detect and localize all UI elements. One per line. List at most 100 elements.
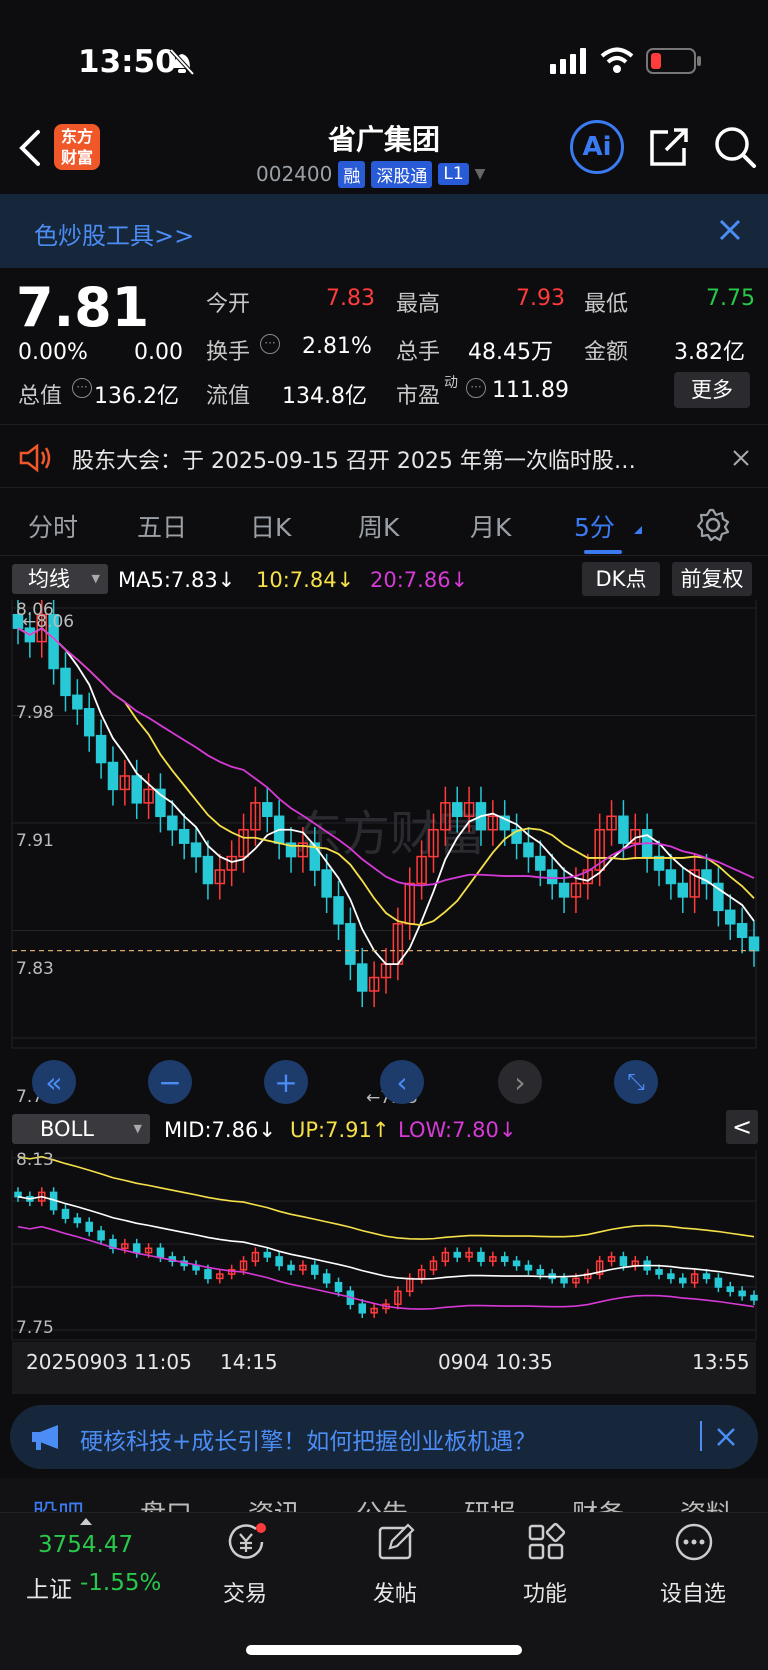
- candle-body: [726, 1286, 735, 1293]
- candle-body: [738, 1290, 746, 1297]
- y-label-2: 7.98: [16, 703, 54, 723]
- zoom-in-button[interactable]: +: [264, 1060, 308, 1104]
- tab-monthly-k[interactable]: 月K: [470, 508, 511, 544]
- chevron-left-icon: <: [731, 1113, 753, 1141]
- ad-text: 硬核科技+成长引擎！如何把握创业板机遇？: [80, 1429, 537, 1455]
- section-tabs: 股吧 盘口 资讯 公告 研报 财务 资料: [0, 1478, 768, 1512]
- margin-tag: 融: [338, 160, 366, 188]
- zoom-out-button[interactable]: −: [148, 1060, 192, 1104]
- change-percent: 0.00%: [18, 340, 88, 365]
- rewind-button[interactable]: «: [32, 1060, 76, 1104]
- section-tab-finance[interactable]: 财务: [572, 1494, 624, 1512]
- candle-body: [345, 923, 356, 965]
- step-back-button[interactable]: ‹: [380, 1060, 424, 1104]
- candle-body: [334, 1281, 343, 1293]
- home-indicator: [246, 1645, 522, 1655]
- candle-body: [451, 802, 463, 818]
- amount-label: 金额: [584, 340, 629, 365]
- stock-header: 东方 财富 省广集团 002400 融 深股通 L1 ▼ Ai: [0, 112, 768, 194]
- tab-five-day[interactable]: 五日: [137, 508, 187, 544]
- candle-body: [178, 828, 190, 844]
- tab-daily-k[interactable]: 日K: [250, 508, 291, 544]
- info-icon[interactable]: ···: [260, 334, 280, 354]
- bell-off-icon: [169, 48, 195, 76]
- turnover-value: 2.81%: [302, 334, 372, 359]
- caret-down-icon[interactable]: ▼: [475, 166, 486, 182]
- turnover-label: 换手: [206, 340, 251, 365]
- candle-body: [83, 708, 95, 737]
- boll-selector[interactable]: BOLL ▼: [12, 1114, 150, 1144]
- candle-body: [523, 842, 534, 858]
- wifi-icon: [600, 47, 634, 73]
- dock-watchlist-label[interactable]: 设自选: [638, 1576, 748, 1608]
- candle-body: [107, 761, 119, 791]
- boll-mid-value: MID:7.86↓: [164, 1118, 276, 1142]
- close-icon[interactable]: [718, 218, 742, 242]
- high-marker: ←8.06: [22, 612, 75, 632]
- promo-banner[interactable]: 色炒股工具>>: [0, 194, 768, 268]
- boll-y-label-top: 8.13: [16, 1150, 54, 1170]
- index-name: 上证: [26, 1577, 72, 1603]
- notice-bar[interactable]: 股东大会：于 2025-09-15 召开 2025 年第一次临时股…: [0, 424, 768, 488]
- ai-button[interactable]: Ai: [570, 120, 624, 174]
- caret-up-icon[interactable]: [80, 1518, 92, 1525]
- search-icon[interactable]: [712, 124, 758, 170]
- gear-icon[interactable]: [696, 508, 730, 542]
- candle-body: [73, 1217, 82, 1224]
- candle-body: [155, 788, 166, 818]
- adjust-button[interactable]: 前复权: [672, 562, 752, 596]
- boll-up-line: [17, 1155, 755, 1240]
- chevron-left-icon: ‹: [396, 1065, 408, 1099]
- section-tab-guba[interactable]: 股吧: [32, 1494, 84, 1512]
- ma-selector[interactable]: 均线 ▼: [12, 564, 108, 594]
- candle-body: [202, 855, 214, 885]
- candle-body: [619, 1256, 628, 1267]
- ad-banner[interactable]: 硬核科技+成长引擎！如何把握创业板机遇？: [10, 1405, 758, 1469]
- amount-value: 3.82亿: [674, 340, 745, 365]
- candle-body: [85, 1221, 93, 1232]
- section-tab-news[interactable]: 资讯: [248, 1494, 300, 1512]
- collapse-button[interactable]: <: [726, 1110, 758, 1144]
- info-icon[interactable]: ···: [466, 378, 486, 398]
- grid-icon[interactable]: [526, 1522, 566, 1562]
- index-value[interactable]: 3754.47: [38, 1532, 133, 1558]
- boll-indicator-row: BOLL ▼ MID:7.86↓ UP:7.91↑ LOW:7.80↓ <: [0, 1110, 768, 1150]
- candle-body: [558, 882, 570, 898]
- boll-chart[interactable]: [0, 1150, 768, 1342]
- close-icon[interactable]: [732, 449, 750, 467]
- tab-intraday[interactable]: 分时: [28, 508, 78, 544]
- chart-frame: [11, 1150, 757, 1341]
- section-tab-profile[interactable]: 资料: [680, 1494, 732, 1512]
- section-tab-notice[interactable]: 公告: [356, 1494, 408, 1512]
- candle-body: [748, 936, 760, 952]
- dk-point-button[interactable]: DK点: [582, 562, 660, 596]
- candle-body: [655, 1269, 663, 1275]
- section-tab-research[interactable]: 研报: [464, 1494, 516, 1512]
- dock-function-label[interactable]: 功能: [490, 1576, 600, 1608]
- more-button[interactable]: 更多: [674, 372, 750, 408]
- speaker-icon: [19, 443, 51, 473]
- dock-post-label[interactable]: 发帖: [340, 1576, 450, 1608]
- candlestick-chart[interactable]: 东方财富: [0, 600, 768, 1110]
- candle-body: [512, 1260, 521, 1267]
- time-label-2: 14:15: [220, 1350, 278, 1374]
- megaphone-icon: [32, 1425, 58, 1450]
- step-forward-button[interactable]: ›: [498, 1060, 542, 1104]
- time-label-1: 20250903 11:05: [26, 1350, 192, 1374]
- tab-5-minute[interactable]: 5分: [574, 508, 615, 544]
- ma5-value: MA5:7.83↓: [118, 568, 236, 592]
- close-icon[interactable]: [716, 1427, 736, 1447]
- candle-body: [560, 1277, 568, 1284]
- fullscreen-button[interactable]: ⤡: [614, 1060, 658, 1104]
- tab-weekly-k[interactable]: 周K: [358, 508, 399, 544]
- section-tab-pankou[interactable]: 盘口: [140, 1494, 192, 1512]
- notice-text: 股东大会：于 2025-09-15 召开 2025 年第一次临时股…: [72, 449, 636, 474]
- more-circle-icon[interactable]: [674, 1522, 714, 1562]
- share-icon[interactable]: [648, 126, 690, 168]
- trade-icon[interactable]: [226, 1522, 266, 1562]
- dock-trade-label[interactable]: 交易: [190, 1576, 300, 1608]
- info-icon[interactable]: ···: [72, 378, 92, 398]
- time-label-3: 0904 10:35: [438, 1350, 553, 1374]
- candle-body: [192, 1264, 200, 1271]
- edit-icon[interactable]: [376, 1522, 416, 1562]
